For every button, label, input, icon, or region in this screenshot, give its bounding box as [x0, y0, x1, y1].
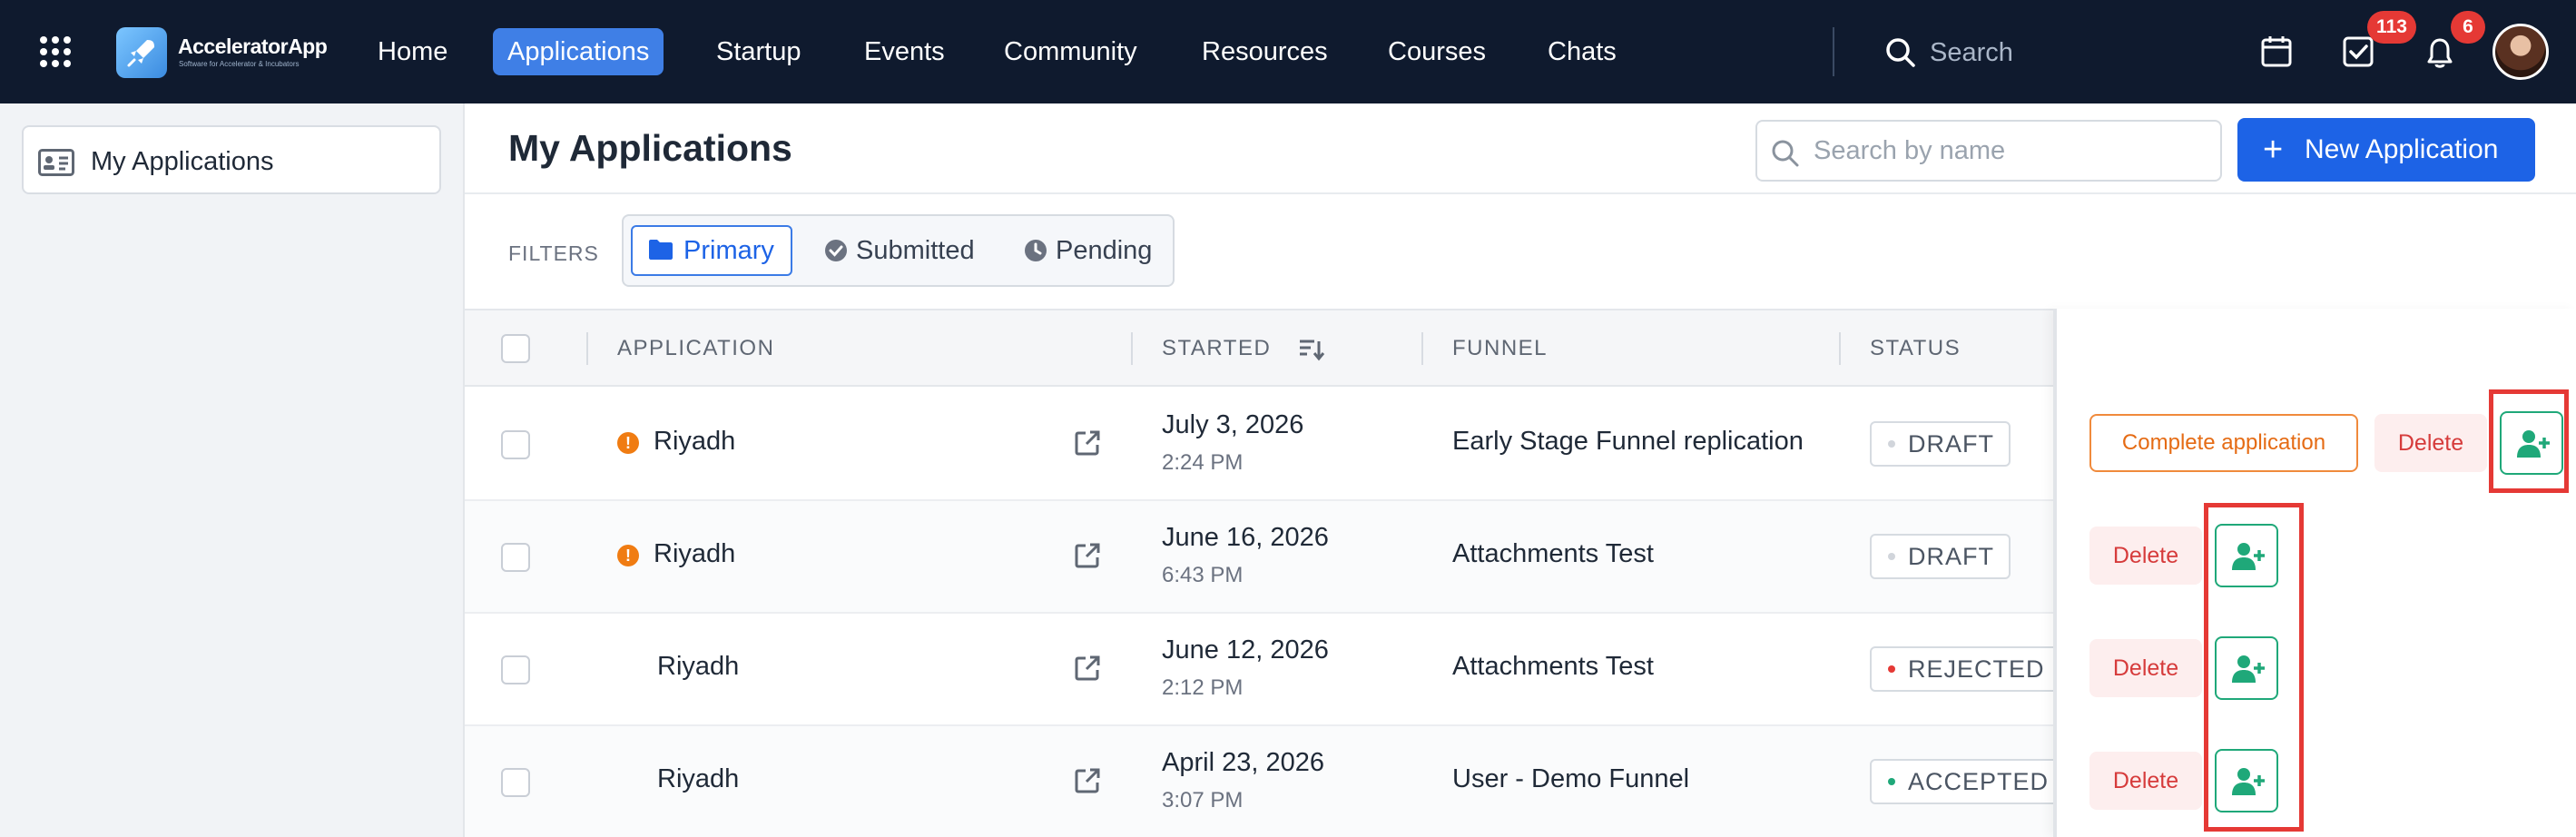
started-date: June 16, 2026 [1162, 523, 1329, 552]
tasks-icon[interactable] [2342, 34, 2374, 74]
filters-label: FILTERS [508, 241, 599, 265]
filter-submitted-label: Submitted [856, 236, 975, 265]
application-name[interactable]: Riyadh [657, 652, 739, 682]
column-separator [1131, 332, 1133, 365]
sort-icon[interactable] [1298, 336, 1325, 366]
highlight-box [2489, 389, 2569, 493]
filter-primary-label: Primary [683, 236, 774, 265]
new-application-button[interactable]: + New Application [2237, 118, 2535, 182]
column-separator [1839, 332, 1841, 365]
plus-icon: + [2263, 131, 2284, 169]
search-input[interactable] [1814, 133, 2204, 169]
nav-link-home[interactable]: Home [378, 34, 447, 69]
status-label: ACCEPTED [1908, 768, 2050, 795]
external-link-icon[interactable] [1073, 428, 1102, 462]
search-field[interactable] [1755, 120, 2222, 182]
external-link-icon[interactable] [1073, 541, 1102, 575]
application-name[interactable]: Riyadh [654, 539, 735, 569]
page-title: My Applications [508, 127, 792, 169]
search-icon[interactable] [1884, 36, 1917, 74]
started-time: 2:24 PM [1162, 450, 1244, 475]
started-time: 6:43 PM [1162, 563, 1244, 587]
complete-application-button[interactable]: Complete application [2089, 414, 2358, 472]
funnel-name: Attachments Test [1452, 539, 1654, 568]
external-link-icon[interactable] [1073, 766, 1102, 800]
sidebar-item-label: My Applications [91, 147, 274, 176]
external-link-icon[interactable] [1073, 654, 1102, 687]
column-status[interactable]: STATUS [1870, 336, 1961, 361]
highlight-box [2204, 503, 2304, 832]
row-checkbox[interactable] [501, 543, 530, 572]
header-divider [465, 192, 2576, 194]
nav-link-resources[interactable]: Resources [1202, 34, 1328, 69]
top-navbar: AcceleratorApp Software for Accelerator … [0, 0, 2576, 103]
nav-link-courses[interactable]: Courses [1388, 34, 1486, 69]
row-checkbox[interactable] [501, 430, 530, 459]
status-badge: DRAFT [1870, 534, 2011, 579]
funnel-name: Early Stage Funnel replication [1452, 427, 1804, 456]
nav-link-chats[interactable]: Chats [1548, 34, 1617, 69]
filter-pending[interactable]: Pending [1018, 225, 1172, 276]
warning-icon: ! [617, 432, 639, 454]
folder-icon [649, 240, 673, 260]
nav-link-events[interactable]: Events [864, 34, 945, 69]
check-circle-icon [825, 240, 847, 261]
logo-title[interactable]: AcceleratorApp [178, 34, 328, 59]
logo-subtitle: Software for Accelerator & Incubators [179, 60, 300, 68]
application-name[interactable]: Riyadh [657, 764, 739, 794]
funnel-name: Attachments Test [1452, 652, 1654, 681]
nav-link-startup[interactable]: Startup [716, 34, 801, 69]
started-time: 3:07 PM [1162, 788, 1244, 812]
filter-group: Primary Submitted Pending [622, 214, 1175, 287]
apps-grid-icon[interactable] [40, 36, 71, 67]
notifications-badge: 6 [2451, 11, 2485, 44]
status-label: DRAFT [1908, 430, 1994, 458]
filter-submitted[interactable]: Submitted [818, 225, 996, 276]
delete-button[interactable]: Delete [2374, 414, 2487, 472]
new-application-label: New Application [2305, 134, 2499, 164]
column-separator [1421, 332, 1423, 365]
column-application[interactable]: APPLICATION [617, 336, 774, 361]
search-icon [1772, 140, 1799, 167]
bell-icon[interactable] [2424, 34, 2456, 75]
status-label: DRAFT [1908, 543, 1994, 570]
actions-panel: Complete application Delete Delete Delet… [2053, 309, 2576, 837]
delete-button[interactable]: Delete [2089, 527, 2202, 585]
row-checkbox[interactable] [501, 655, 530, 684]
avatar[interactable] [2492, 24, 2549, 80]
column-funnel[interactable]: FUNNEL [1452, 336, 1548, 361]
clock-icon [1025, 240, 1047, 261]
status-badge: REJECTED [1870, 646, 2061, 692]
sidebar-item-my-applications[interactable]: My Applications [22, 125, 441, 194]
filter-primary[interactable]: Primary [631, 225, 792, 276]
started-date: April 23, 2026 [1162, 748, 1324, 777]
delete-button[interactable]: Delete [2089, 639, 2202, 697]
id-card-icon [38, 149, 74, 181]
nav-link-applications[interactable]: Applications [493, 28, 664, 75]
select-all-checkbox[interactable] [501, 334, 530, 363]
application-name[interactable]: Riyadh [654, 427, 735, 457]
tasks-badge: 113 [2367, 11, 2416, 44]
filter-pending-label: Pending [1056, 236, 1153, 265]
nav-link-community[interactable]: Community [1004, 34, 1137, 69]
nav-search-label[interactable]: Search [1930, 36, 2013, 69]
sidebar: My Applications [0, 103, 465, 837]
status-badge: ACCEPTED [1870, 759, 2066, 804]
started-time: 2:12 PM [1162, 675, 1244, 700]
row-checkbox[interactable] [501, 768, 530, 797]
calendar-icon[interactable] [2260, 34, 2293, 74]
funnel-name: User - Demo Funnel [1452, 764, 1690, 793]
column-started[interactable]: STARTED [1162, 336, 1271, 361]
started-date: June 12, 2026 [1162, 635, 1329, 665]
started-date: July 3, 2026 [1162, 410, 1304, 439]
delete-button[interactable]: Delete [2089, 752, 2202, 810]
status-label: REJECTED [1908, 655, 2045, 683]
nav-divider [1833, 27, 1834, 76]
column-separator [586, 332, 588, 365]
rocket-icon[interactable] [116, 27, 167, 78]
status-badge: DRAFT [1870, 421, 2011, 467]
warning-icon: ! [617, 545, 639, 566]
